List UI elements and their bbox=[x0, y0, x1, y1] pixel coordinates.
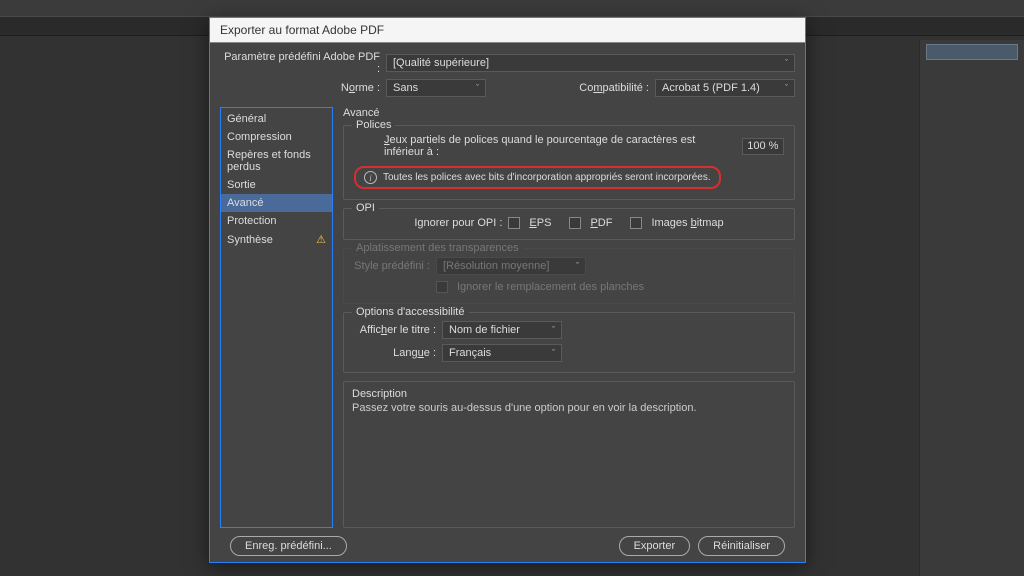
flatten-style-dropdown: [Résolution moyenne]ˇ bbox=[436, 257, 586, 275]
preset-dropdown[interactable]: [Qualité supérieure]ˇ bbox=[386, 54, 795, 72]
chevron-down-icon: ˇ bbox=[785, 83, 788, 93]
sidebar-item-advanced[interactable]: Avancé bbox=[221, 194, 332, 212]
sidebar-item-general[interactable]: Général bbox=[221, 110, 332, 128]
preset-label: Paramètre prédéfini Adobe PDF : bbox=[220, 51, 380, 75]
dialog-title: Exporter au format Adobe PDF bbox=[210, 18, 805, 43]
flatten-group-title: Aplatissement des transparences bbox=[352, 242, 523, 254]
reset-button[interactable]: Réinitialiser bbox=[698, 536, 785, 556]
save-preset-button[interactable]: Enreg. prédéfini... bbox=[230, 536, 347, 556]
chevron-down-icon: ˇ bbox=[785, 58, 788, 68]
norm-compat-row: Norme : Sansˇ Compatibilité : Acrobat 5 … bbox=[220, 79, 795, 97]
bitmap-checkbox[interactable] bbox=[630, 217, 642, 229]
info-icon: i bbox=[364, 171, 377, 184]
display-title-dropdown[interactable]: Nom de fichierˇ bbox=[442, 321, 562, 339]
chevron-down-icon: ˇ bbox=[576, 261, 579, 271]
eps-label: EPS bbox=[529, 217, 551, 229]
sidebar-item-output[interactable]: Sortie bbox=[221, 176, 332, 194]
flatten-style-label: Style prédéfini : bbox=[354, 260, 430, 272]
display-title-label: Afficher le titre : bbox=[354, 324, 436, 336]
language-label: Langue : bbox=[354, 347, 436, 359]
opi-ignore-label: Ignorer pour OPI : bbox=[414, 217, 502, 229]
chevron-down-icon: ˇ bbox=[552, 325, 555, 335]
panel-stub bbox=[926, 44, 1018, 60]
pdf-label: PDF bbox=[590, 217, 612, 229]
category-sidebar: Général Compression Repères et fonds per… bbox=[220, 107, 333, 528]
ignore-spread-checkbox bbox=[436, 281, 448, 293]
export-pdf-dialog: Exporter au format Adobe PDF Paramètre p… bbox=[209, 17, 806, 563]
opi-group-title: OPI bbox=[352, 202, 379, 214]
norm-dropdown[interactable]: Sansˇ bbox=[386, 79, 486, 97]
panel-heading: Avancé bbox=[343, 107, 795, 119]
dialog-footer: Enreg. prédéfini... Exporter Réinitialis… bbox=[220, 528, 795, 556]
description-title: Description bbox=[352, 388, 786, 400]
font-embed-text: Toutes les polices avec bits d'incorpora… bbox=[383, 172, 711, 183]
ignore-spread-label: Ignorer le remplacement des planches bbox=[457, 281, 644, 293]
subset-percent-input[interactable]: 100 % bbox=[742, 138, 784, 155]
access-group-title: Options d'accessibilité bbox=[352, 306, 469, 318]
fonts-group: Polices Jeux partiels de polices quand l… bbox=[343, 125, 795, 200]
flatten-group: Aplatissement des transparences Style pr… bbox=[343, 248, 795, 304]
compat-dropdown[interactable]: Acrobat 5 (PDF 1.4)ˇ bbox=[655, 79, 795, 97]
advanced-panel: Avancé Polices Jeux partiels de polices … bbox=[343, 107, 795, 528]
chevron-down-icon: ˇ bbox=[552, 348, 555, 358]
access-group: Options d'accessibilité Afficher le titr… bbox=[343, 312, 795, 373]
preset-row: Paramètre prédéfini Adobe PDF : [Qualité… bbox=[220, 51, 795, 75]
app-menubar bbox=[0, 0, 1024, 16]
sidebar-item-summary[interactable]: Synthèse ⚠ bbox=[221, 230, 332, 249]
subset-label: Jeux partiels de polices quand le pource… bbox=[384, 134, 736, 158]
norm-label: Norme : bbox=[220, 82, 380, 94]
eps-checkbox[interactable] bbox=[508, 217, 520, 229]
pdf-checkbox[interactable] bbox=[569, 217, 581, 229]
warning-icon: ⚠ bbox=[316, 233, 326, 246]
opi-group: OPI Ignorer pour OPI : EPS PDF Images bi… bbox=[343, 208, 795, 240]
sidebar-item-security[interactable]: Protection bbox=[221, 212, 332, 230]
chevron-down-icon: ˇ bbox=[476, 83, 479, 93]
export-button[interactable]: Exporter bbox=[619, 536, 691, 556]
compat-label: Compatibilité : bbox=[579, 82, 649, 94]
font-embed-note: i Toutes les polices avec bits d'incorpo… bbox=[354, 166, 721, 189]
description-box: Description Passez votre souris au-dessu… bbox=[343, 381, 795, 528]
fonts-group-title: Polices bbox=[352, 119, 395, 131]
sidebar-item-marks-bleeds[interactable]: Repères et fonds perdus bbox=[221, 146, 332, 176]
bitmap-label: Images bitmap bbox=[651, 217, 723, 229]
sidebar-item-compression[interactable]: Compression bbox=[221, 128, 332, 146]
description-text: Passez votre souris au-dessus d'une opti… bbox=[352, 402, 786, 414]
right-panels bbox=[919, 40, 1024, 576]
language-dropdown[interactable]: Françaisˇ bbox=[442, 344, 562, 362]
